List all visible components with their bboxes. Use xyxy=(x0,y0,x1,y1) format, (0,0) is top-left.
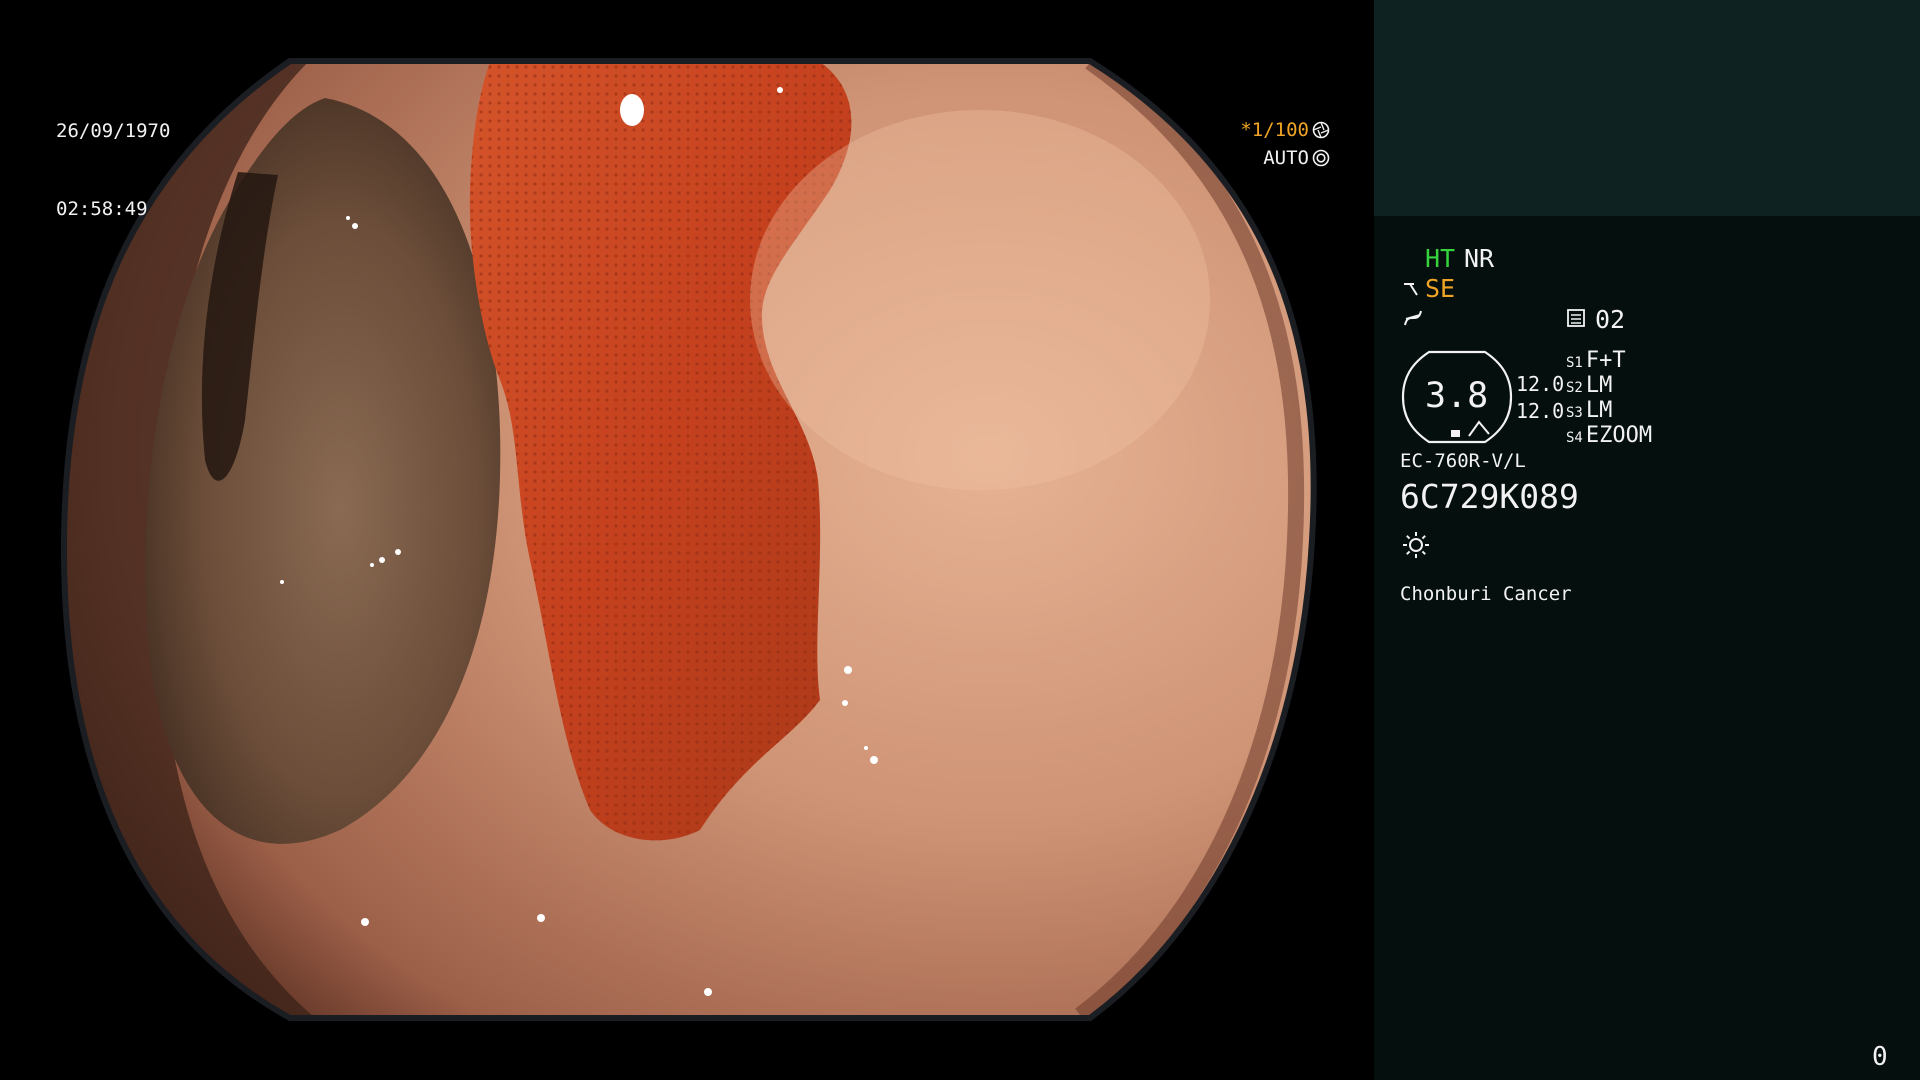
iris-icon xyxy=(1312,149,1330,167)
scope-model: EC-760R-V/L xyxy=(1400,450,1526,472)
memory-value: 02 xyxy=(1595,305,1626,334)
auto-iris-indicator: AUTO xyxy=(1217,130,1330,187)
zoom-value: 3.8 xyxy=(1425,376,1489,416)
slot-key: S2 xyxy=(1566,380,1583,396)
slot-value: EZOOM xyxy=(1585,423,1653,448)
ht-indicator: HT xyxy=(1425,244,1456,273)
slot-value: LM xyxy=(1585,398,1613,423)
time-text: 02:58:49 xyxy=(56,198,148,220)
date-text: 26/09/1970 xyxy=(56,120,171,142)
date-time: 26/09/1970 02:58:49 xyxy=(56,66,170,274)
slot-4: S4 EZOOM xyxy=(1566,425,1652,447)
slot-key: S4 xyxy=(1566,430,1583,446)
endoscope-view: 26/09/1970 02:58:49 *1/100 AUTO xyxy=(0,0,1374,1080)
slot-value: LM xyxy=(1585,373,1613,398)
zoom-param-b: 12.0 xyxy=(1516,399,1565,423)
endoscopy-image xyxy=(60,58,1317,1021)
auto-label: AUTO xyxy=(1263,147,1309,169)
slot-value: F+T xyxy=(1585,348,1626,373)
frame-counter: 0 xyxy=(1872,1042,1888,1072)
slot-key: S3 xyxy=(1566,405,1583,421)
slot-2: S2 LM xyxy=(1566,375,1612,397)
hospital-name: Chonburi Cancer xyxy=(1400,583,1572,605)
slot-3: S3 LM xyxy=(1566,400,1612,422)
slot-1: S1 F+T xyxy=(1566,350,1626,372)
se-indicator: SE xyxy=(1425,274,1456,303)
slot-key: S1 xyxy=(1566,355,1583,371)
list-icon xyxy=(1567,309,1585,327)
scope-serial: 6C729K089 xyxy=(1400,477,1579,516)
curve-icon xyxy=(1404,310,1422,326)
scope-icon xyxy=(1404,283,1418,296)
info-panel: HT NR SE 02 3.8 12.0 12.0 S1 F+T S2 LM S3 L… xyxy=(1374,0,1920,1080)
light-icon xyxy=(1403,532,1429,558)
nr-indicator: NR xyxy=(1464,244,1495,273)
zoom-param-a: 12.0 xyxy=(1516,372,1565,396)
